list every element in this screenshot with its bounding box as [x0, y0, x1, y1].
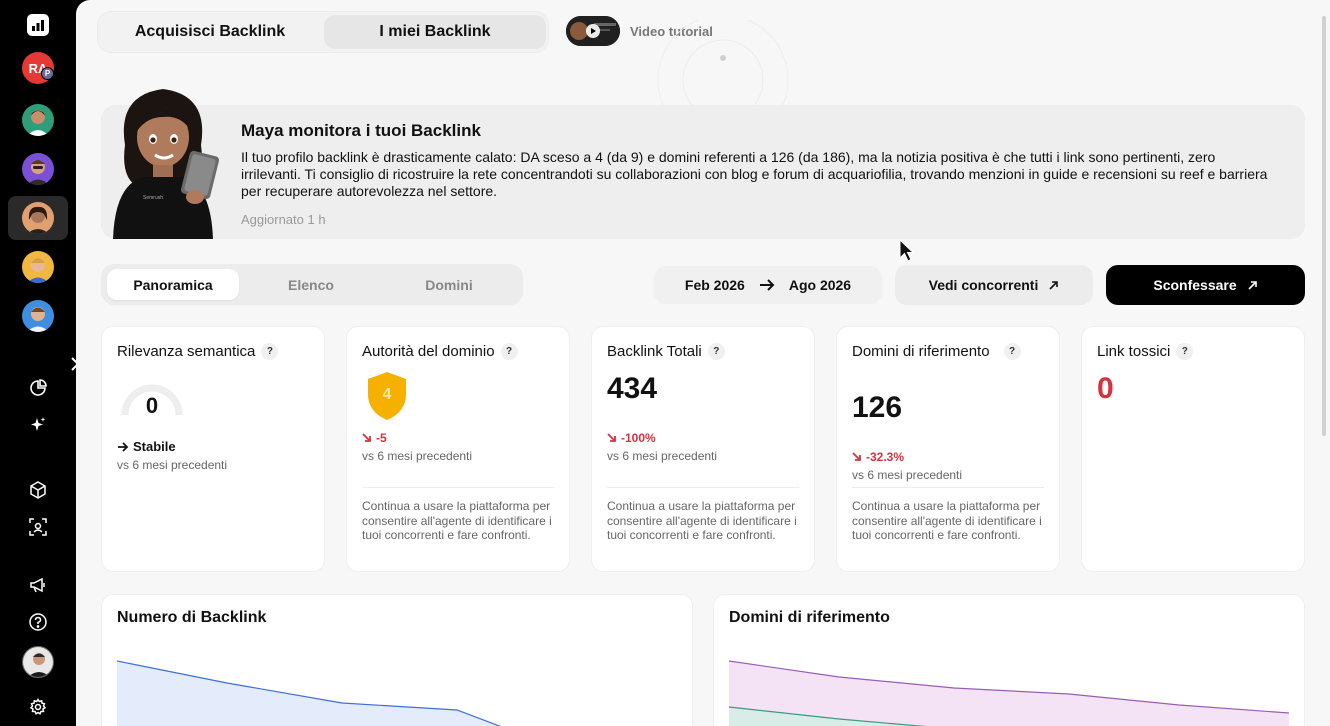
card-divider — [607, 487, 799, 488]
card-toxic-links: Link tossici ? 0 — [1081, 326, 1305, 572]
stats-logo-icon[interactable] — [27, 14, 49, 36]
date-range-picker[interactable]: Feb 2026 Ago 2026 — [654, 266, 882, 304]
maya-title: Maya monitora i tuoi Backlink — [241, 121, 481, 140]
maya-character-illustration: Semrush — [113, 89, 220, 239]
help-tooltip-icon[interactable]: ? — [500, 343, 518, 360]
domains-delta: -32.3% — [852, 450, 904, 464]
chart-title: Domini di riferimento — [729, 609, 890, 626]
authority-delta: -5 — [362, 431, 387, 445]
user-avatar[interactable] — [22, 646, 54, 678]
toxic-value: 0 — [1097, 372, 1114, 405]
scrollbar[interactable] — [1322, 16, 1326, 436]
semantic-vs: vs 6 mesi precedenti — [117, 458, 228, 472]
card-domain-authority: Autorità del dominio ? 4 -5 vs 6 mesi pr… — [346, 326, 570, 572]
backlinks-note: Continua a usare la piattaforma per cons… — [607, 499, 797, 542]
card-referring-domains: Domini di riferimento ? 126 -32.3% vs 6 … — [836, 326, 1060, 572]
card-title-text: Backlink Totali — [607, 343, 702, 360]
video-thumbnail — [566, 16, 620, 46]
arrow-down-right-icon — [362, 433, 371, 442]
card-semantic-relevance: Rilevanza semantica ? 0 Stabile vs 6 mes… — [101, 326, 325, 572]
card-title: Backlink Totali ? — [607, 343, 807, 360]
help-tooltip-icon[interactable]: ? — [261, 343, 279, 360]
chart-referring-domains: Domini di riferimento — [713, 594, 1305, 726]
chart-title: Numero di Backlink — [117, 609, 267, 626]
domains-value: 126 — [852, 391, 903, 424]
scan-icon[interactable] — [28, 517, 48, 537]
pie-chart-icon[interactable] — [28, 378, 48, 398]
maya-updated-time: Aggiornato 1 h — [241, 212, 326, 227]
sidebar: RA P — [0, 0, 76, 726]
backlinks-delta-text: -100% — [621, 431, 656, 445]
arrow-right-icon — [759, 279, 775, 291]
card-total-backlinks: Backlink Totali ? 434 -100% vs 6 mesi pr… — [591, 326, 815, 572]
semantic-trend-text: Stabile — [133, 439, 176, 454]
arrow-right-icon — [118, 441, 129, 452]
backlinks-vs: vs 6 mesi precedenti — [607, 449, 718, 463]
card-divider — [362, 487, 554, 488]
domains-vs: vs 6 mesi precedenti — [852, 468, 963, 482]
authority-delta-text: -5 — [376, 431, 387, 445]
card-title-text: Rilevanza semantica — [117, 343, 256, 360]
maya-insight-banner: Semrush Maya monitora i tuoi Backlink Il… — [101, 89, 1305, 239]
domains-area-chart — [729, 660, 1290, 726]
help-tooltip-icon[interactable]: ? — [707, 343, 725, 360]
card-title-text: Domini di riferimento — [852, 343, 990, 360]
arrow-down-right-icon — [852, 452, 861, 461]
megaphone-icon[interactable] — [28, 575, 48, 595]
card-title: Domini di riferimento ? — [852, 343, 1052, 360]
arrow-down-right-icon — [607, 433, 616, 442]
semantic-value: 0 — [145, 393, 159, 418]
chart-backlink-count: Numero di Backlink — [101, 594, 693, 726]
date-from: Feb 2026 — [684, 277, 745, 293]
authority-note: Continua a usare la piattaforma per cons… — [362, 499, 552, 542]
help-tooltip-icon[interactable]: ? — [1176, 343, 1194, 360]
box-icon[interactable] — [28, 480, 48, 500]
tab-panoramica[interactable]: Panoramica — [107, 269, 239, 300]
agent-avatar-4[interactable] — [22, 251, 54, 283]
see-competitors-button[interactable]: Vedi concorrenti — [895, 265, 1093, 305]
agent-avatar-5[interactable] — [22, 300, 54, 332]
tab-elenco[interactable]: Elenco — [245, 269, 377, 300]
sparkle-icon[interactable] — [28, 415, 48, 435]
mouse-cursor-icon — [899, 238, 915, 262]
svg-text:Semrush: Semrush — [143, 195, 163, 201]
decorative-rings — [657, 20, 789, 110]
plan-badge: P — [41, 67, 54, 80]
card-divider — [852, 487, 1044, 488]
tab-miei-backlink[interactable]: I miei Backlink — [324, 15, 546, 49]
card-title-text: Link tossici — [1097, 343, 1171, 360]
backlinks-delta: -100% — [607, 431, 656, 445]
top-segmented-control: Acquisisci Backlink I miei Backlink — [97, 11, 549, 53]
tab-domini[interactable]: Domini — [383, 269, 515, 300]
backlink-area-chart — [117, 660, 502, 726]
card-title: Link tossici ? — [1097, 343, 1297, 360]
card-title: Rilevanza semantica ? — [117, 343, 317, 360]
domains-delta-text: -32.3% — [866, 450, 905, 464]
agent-avatar-2[interactable] — [22, 153, 54, 185]
authority-vs: vs 6 mesi precedenti — [362, 449, 473, 463]
settings-gear-icon[interactable] — [28, 697, 48, 717]
agent-avatar-1[interactable] — [22, 104, 54, 136]
date-to: Ago 2026 — [788, 277, 852, 293]
backlinks-value: 434 — [607, 372, 658, 405]
agent-avatar-maya[interactable] — [22, 202, 54, 234]
domains-note: Continua a usare la piattaforma per cons… — [852, 499, 1042, 542]
help-icon[interactable] — [28, 612, 48, 632]
card-title: Autorità del dominio ? — [362, 343, 562, 360]
card-title-text: Autorità del dominio — [362, 343, 495, 360]
see-competitors-label: Vedi concorrenti — [928, 277, 1039, 293]
view-tabs: Panoramica Elenco Domini — [101, 264, 523, 305]
tab-acquisisci-backlink[interactable]: Acquisisci Backlink — [101, 15, 319, 49]
authority-value: 4 — [382, 386, 392, 403]
semantic-trend: Stabile — [117, 439, 176, 454]
external-arrow-icon — [1248, 280, 1257, 290]
maya-message: Il tuo profilo backlink è drasticamente … — [241, 149, 1268, 199]
disavow-label: Sconfessare — [1153, 277, 1237, 293]
external-arrow-icon — [1049, 280, 1059, 290]
main-content: Acquisisci Backlink I miei Backlink Vide… — [76, 0, 1330, 726]
disavow-button[interactable]: Sconfessare — [1106, 265, 1305, 305]
help-tooltip-icon[interactable]: ? — [1003, 343, 1021, 360]
